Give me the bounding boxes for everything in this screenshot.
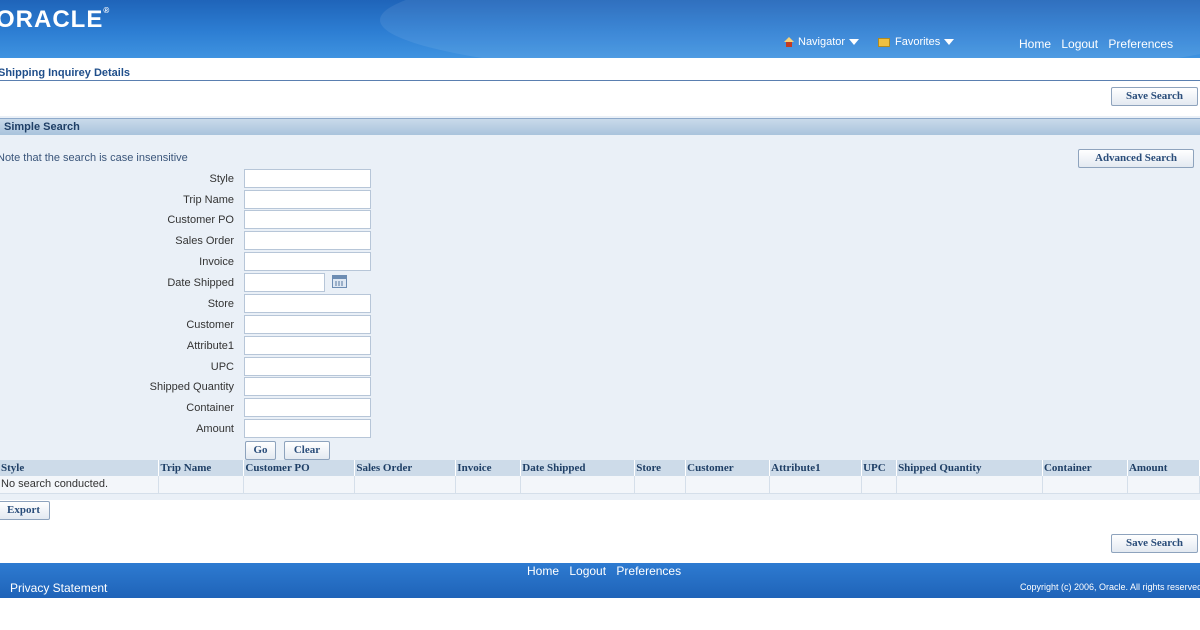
save-search-button-top[interactable]: Save Search <box>1111 87 1198 106</box>
trip-name-input[interactable] <box>244 190 371 209</box>
empty-results-message: No search conducted. <box>0 476 160 494</box>
table-row: No search conducted. <box>0 476 1200 494</box>
column-header-date-shipped[interactable]: Date Shipped <box>520 460 636 476</box>
store-label: Store <box>207 298 234 310</box>
table-cell <box>685 476 771 494</box>
navigator-label: Navigator <box>798 36 846 48</box>
customer-input[interactable] <box>244 315 371 334</box>
upc-label: UPC <box>210 361 234 373</box>
results-table: Style Trip Name Customer PO Sales Order … <box>0 460 1200 494</box>
footer-logout-link[interactable]: Logout <box>569 564 606 578</box>
column-header-attribute1[interactable]: Attribute1 <box>769 460 863 476</box>
table-cell <box>861 476 898 494</box>
table-cell <box>634 476 687 494</box>
customer-po-label: Customer PO <box>167 214 234 226</box>
sales-order-input[interactable] <box>244 231 371 250</box>
title-divider <box>0 80 1200 81</box>
table-cell <box>520 476 636 494</box>
table-cell <box>1042 476 1128 494</box>
table-cell <box>896 476 1043 494</box>
style-label: Style <box>209 173 234 185</box>
save-search-button-bottom[interactable]: Save Search <box>1111 534 1198 553</box>
copyright-text: Copyright (c) 2006, Oracle. All rights r… <box>1020 582 1200 592</box>
global-header: ORACLE® Navigator Favorites Home Logout … <box>0 0 1200 58</box>
column-header-shipped-quantity[interactable]: Shipped Quantity <box>896 460 1043 476</box>
container-input[interactable] <box>244 398 371 417</box>
navigator-menu[interactable]: Navigator <box>784 36 860 48</box>
results-header-row: Style Trip Name Customer PO Sales Order … <box>0 460 1200 476</box>
container-label: Container <box>186 402 234 414</box>
trip-name-label: Trip Name <box>183 194 234 206</box>
export-button[interactable]: Export <box>0 501 50 520</box>
table-cell <box>243 476 356 494</box>
column-header-style[interactable]: Style <box>0 460 160 476</box>
chevron-down-icon <box>944 39 955 45</box>
page-title: Shipping Inquirey Details <box>0 67 131 79</box>
footer-preferences-link[interactable]: Preferences <box>616 564 681 578</box>
home-icon <box>784 37 794 47</box>
date-shipped-input[interactable] <box>244 273 325 292</box>
calendar-icon[interactable] <box>332 275 347 288</box>
oracle-logo: ORACLE® <box>0 6 111 33</box>
column-header-container[interactable]: Container <box>1042 460 1128 476</box>
amount-label: Amount <box>196 423 234 435</box>
advanced-search-button[interactable]: Advanced Search <box>1078 149 1194 168</box>
style-input[interactable] <box>244 169 371 188</box>
attribute1-label: Attribute1 <box>186 340 234 352</box>
clear-button[interactable]: Clear <box>284 441 330 460</box>
column-header-amount[interactable]: Amount <box>1127 460 1200 476</box>
table-cell <box>158 476 245 494</box>
simple-search-title: Simple Search <box>4 121 80 133</box>
go-button[interactable]: Go <box>245 441 276 460</box>
shipped-quantity-input[interactable] <box>244 377 371 396</box>
attribute1-input[interactable] <box>244 336 371 355</box>
invoice-input[interactable] <box>244 252 371 271</box>
table-cell <box>455 476 522 494</box>
home-link[interactable]: Home <box>1019 37 1051 51</box>
customer-label: Customer <box>186 319 234 331</box>
amount-input[interactable] <box>244 419 371 438</box>
shipped-quantity-label: Shipped Quantity <box>149 381 234 393</box>
column-header-invoice[interactable]: Invoice <box>455 460 522 476</box>
footer-links: Home Logout Preferences <box>527 564 688 578</box>
chevron-down-icon <box>849 39 860 45</box>
column-header-sales-order[interactable]: Sales Order <box>354 460 457 476</box>
column-header-customer-po[interactable]: Customer PO <box>243 460 356 476</box>
logout-link[interactable]: Logout <box>1061 37 1098 51</box>
global-footer: Home Logout Preferences Privacy Statemen… <box>0 563 1200 598</box>
invoice-label: Invoice <box>199 256 234 268</box>
table-cell <box>1127 476 1200 494</box>
upc-input[interactable] <box>244 357 371 376</box>
date-shipped-label: Date Shipped <box>167 277 234 289</box>
favorites-label: Favorites <box>895 36 941 48</box>
simple-search-header: Simple Search <box>0 118 1200 135</box>
privacy-statement-link[interactable]: Privacy Statement <box>10 581 107 595</box>
store-input[interactable] <box>244 294 371 313</box>
global-links: Home Logout Preferences <box>1019 37 1180 51</box>
table-cell <box>769 476 863 494</box>
preferences-link[interactable]: Preferences <box>1108 37 1173 51</box>
column-header-customer[interactable]: Customer <box>685 460 771 476</box>
customer-po-input[interactable] <box>244 210 371 229</box>
favorites-menu[interactable]: Favorites <box>878 36 955 48</box>
footer-home-link[interactable]: Home <box>527 564 559 578</box>
favorites-icon <box>878 37 890 47</box>
table-cell <box>354 476 457 494</box>
column-header-store[interactable]: Store <box>634 460 687 476</box>
column-header-trip-name[interactable]: Trip Name <box>158 460 245 476</box>
table-footer-band <box>0 494 1200 500</box>
sales-order-label: Sales Order <box>175 235 234 247</box>
column-header-upc[interactable]: UPC <box>861 460 898 476</box>
case-insensitive-note: Note that the search is case insensitive <box>0 152 188 164</box>
